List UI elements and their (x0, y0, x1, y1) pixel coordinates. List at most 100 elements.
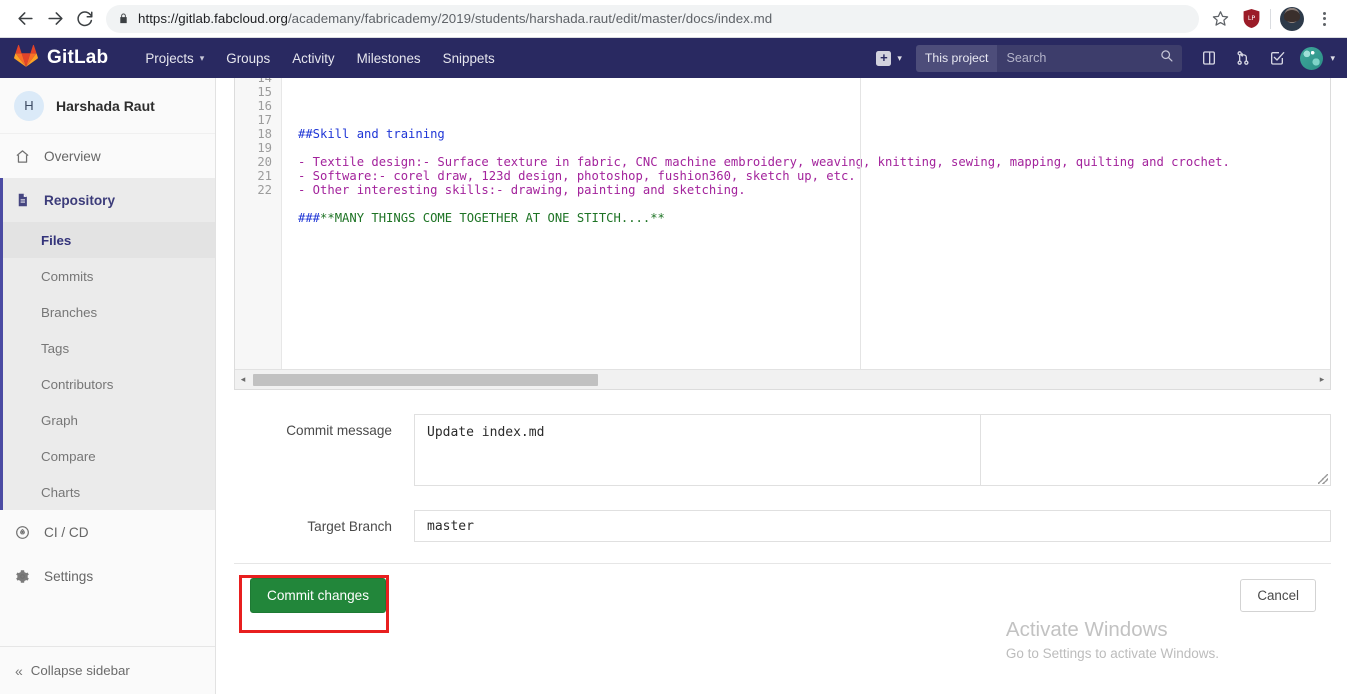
scroll-left-arrow-icon[interactable]: ◂ (235, 374, 251, 385)
sidebar-item-overview-label: Overview (44, 148, 101, 164)
code-line: ##Skill and training (298, 127, 1330, 141)
sidebar-item-repository[interactable]: Repository (3, 178, 215, 222)
commit-message-field[interactable]: Update index.md (414, 414, 1331, 486)
code-area[interactable]: ##Skill and training - Textile design:- … (282, 78, 1330, 369)
sidebar-item-settings[interactable]: Settings (0, 554, 215, 598)
home-icon (15, 149, 35, 164)
line-number: 18 (257, 127, 272, 141)
line-number: 22 (257, 183, 272, 197)
sidebar-item-tags-label: Tags (41, 340, 70, 356)
file-editor: 14 15 16 17 18 19 20 21 22 ##Skill and training … (234, 78, 1331, 390)
windows-activation-watermark: Activate Windows Go to Settings to activ… (1006, 616, 1219, 664)
commit-message-value[interactable]: Update index.md (415, 415, 981, 485)
watermark-title: Activate Windows (1005, 618, 1168, 641)
back-arrow-icon[interactable] (10, 4, 40, 34)
commit-message-label: Commit message (286, 423, 392, 438)
search-scope-badge[interactable]: This project (915, 44, 998, 72)
code-token: **MANY THINGS COME TOGETHER AT ONE STITC… (320, 211, 665, 225)
project-name: Harshada Raut (56, 97, 155, 114)
sidebar-item-charts[interactable]: Charts (3, 474, 215, 510)
merge-request-icon[interactable] (1226, 38, 1260, 78)
nav-item-snippets-label: Snippets (442, 50, 495, 66)
nav-item-groups-label: Groups (226, 50, 271, 66)
browser-profile-avatar[interactable] (1280, 6, 1304, 31)
scrollbar-thumb[interactable] (253, 373, 598, 386)
search-input[interactable]: Search (997, 44, 1183, 72)
cancel-button[interactable]: Cancel (1240, 579, 1316, 612)
search-icon (1160, 49, 1174, 67)
sidebar-item-commits-label: Commits (41, 268, 94, 284)
line-number: 15 (257, 85, 272, 99)
sidebar-item-branches-label: Branches (41, 304, 98, 320)
nav-item-activity[interactable]: Activity (281, 38, 345, 78)
commit-changes-button[interactable]: Commit changes (250, 578, 386, 613)
double-chevron-left-icon: « (15, 662, 23, 679)
code-token: ##Skill and training (298, 127, 445, 141)
code-token: - Textile design:- Surface texture in fa… (298, 155, 1230, 169)
bookmark-star-icon[interactable] (1207, 6, 1233, 32)
scrollbar-track[interactable] (251, 373, 1314, 386)
issues-icon[interactable] (1192, 38, 1226, 78)
reload-icon[interactable] (70, 4, 100, 34)
project-header[interactable]: H Harshada Raut (0, 78, 215, 134)
sidebar-item-charts-label: Charts (41, 484, 81, 500)
sidebar-item-compare-label: Compare (41, 448, 96, 464)
lastpass-extension-icon[interactable]: LP (1241, 8, 1261, 30)
gitlab-logo-link[interactable]: GitLab (14, 44, 108, 72)
watermark-subtitle: Go to Settings to activate Windows. (1005, 646, 1219, 661)
nav-item-snippets[interactable]: Snippets (432, 38, 506, 78)
sidebar-section-repository: Repository Files Commits Branches Tags C… (0, 178, 215, 510)
scroll-right-arrow-icon[interactable]: ▸ (1314, 374, 1330, 385)
code-line: ###**MANY THINGS COME TOGETHER AT ONE ST… (298, 211, 1330, 225)
sidebar-item-ci-cd[interactable]: CI / CD (0, 510, 215, 554)
nav-item-activity-label: Activity (292, 50, 335, 66)
sidebar-item-tags[interactable]: Tags (3, 330, 215, 366)
chrome-menu-kebab-icon[interactable] (1311, 6, 1337, 32)
target-branch-field[interactable]: master (414, 510, 1331, 542)
toolbar-divider (1270, 8, 1271, 29)
code-token: ### (298, 211, 321, 225)
sidebar-item-contributors[interactable]: Contributors (3, 366, 215, 402)
collapse-sidebar-button[interactable]: « Collapse sidebar (0, 646, 215, 694)
forward-arrow-icon[interactable] (40, 4, 70, 34)
sidebar-item-branches[interactable]: Branches (3, 294, 215, 330)
line-number-gutter: 14 15 16 17 18 19 20 21 22 (235, 78, 282, 369)
sidebar-item-commits[interactable]: Commits (3, 258, 215, 294)
code-token: - Software:- corel draw, 123d design, ph… (298, 169, 856, 183)
todos-checkmark-icon[interactable] (1260, 38, 1294, 78)
sidebar-item-files[interactable]: Files (3, 222, 215, 258)
search-group: This project Search (915, 44, 1183, 72)
document-icon (15, 192, 35, 208)
print-margin-line (860, 78, 861, 369)
editor-horizontal-scrollbar[interactable]: ◂ ▸ (235, 369, 1330, 389)
nav-item-groups[interactable]: Groups (215, 38, 281, 78)
svg-text:LP: LP (1247, 15, 1255, 22)
nav-item-milestones[interactable]: Milestones (346, 38, 432, 78)
textarea-resize-handle[interactable] (1318, 474, 1328, 484)
new-item-button[interactable]: + ▾ (870, 50, 908, 66)
sidebar-item-repository-label: Repository (44, 192, 116, 208)
editor-viewport[interactable]: 14 15 16 17 18 19 20 21 22 ##Skill and training … (235, 78, 1330, 369)
nav-item-projects[interactable]: Projects ▾ (134, 38, 215, 78)
commit-message-overflow[interactable] (981, 415, 1330, 485)
address-bar[interactable]: https://gitlab.fabcloud.org/academany/fa… (106, 4, 1199, 33)
url-host: https://gitlab.fabcloud.org (138, 11, 288, 26)
gitlab-fox-logo (14, 44, 38, 72)
target-branch-label: Target Branch (307, 519, 392, 534)
code-line: - Textile design:- Surface texture in fa… (298, 155, 1330, 169)
sidebar-item-graph[interactable]: Graph (3, 402, 215, 438)
sidebar-item-compare[interactable]: Compare (3, 438, 215, 474)
nav-item-projects-label: Projects (145, 50, 194, 66)
user-avatar[interactable] (1300, 46, 1324, 70)
line-number: 17 (257, 113, 272, 127)
address-bar-url: https://gitlab.fabcloud.org/academany/fa… (138, 11, 772, 26)
search-placeholder: Search (1006, 51, 1047, 65)
sidebar-item-ci-cd-label: CI / CD (44, 524, 89, 540)
lock-icon (118, 12, 129, 25)
sidebar-item-settings-label: Settings (44, 568, 94, 584)
line-number: 19 (257, 141, 272, 155)
sidebar-item-overview[interactable]: Overview (0, 134, 215, 178)
line-number: 21 (257, 169, 272, 183)
